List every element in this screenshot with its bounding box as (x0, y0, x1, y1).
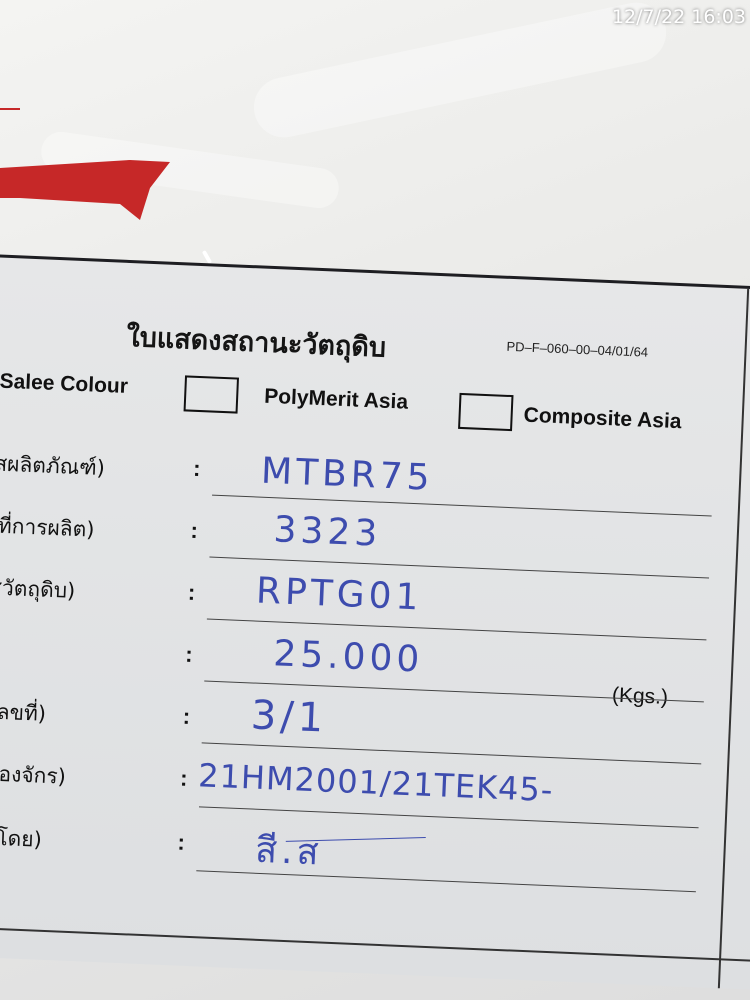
field-colon: : (184, 641, 194, 667)
checkbox-salee[interactable] (183, 375, 240, 414)
background-fold (248, 0, 672, 144)
field-colon: : (182, 703, 191, 729)
field-value-product: MTBR75 (260, 450, 435, 499)
field-label-material: (สวัตถุดิบ) (0, 575, 76, 603)
field-colon: : (192, 455, 202, 482)
field-value-lot: 3/1 (249, 692, 329, 742)
field-label-machine: ครื่องจักร) (0, 760, 67, 789)
field-colon: : (176, 829, 186, 855)
option-label-salee: Salee Colour (0, 369, 129, 398)
card-border (0, 924, 750, 969)
photo-timestamp: 12/7/22 16:03 (611, 6, 746, 28)
option-label-composite: Composite Asia (523, 403, 682, 434)
field-colon: : (187, 579, 196, 605)
field-value-material: RPTG01 (255, 570, 424, 619)
field-colon: : (179, 765, 189, 791)
field-label-lot: ทเลขที่) (0, 698, 47, 726)
field-colon: : (190, 517, 199, 544)
card-border (717, 288, 750, 989)
checkbox-polymerit[interactable] (458, 392, 514, 432)
field-value-quantity: 25.000 (272, 633, 425, 681)
material-status-card: ใบแสดงสถานะวัตถุดิบ PD–F–060–00–04/01/64… (0, 252, 750, 997)
glare (201, 249, 213, 265)
field-label-checked-by: อบโดย) (0, 824, 43, 852)
field-value-production-no: 3323 (272, 509, 383, 555)
field-value-machine: 21HM2001/21TEK45- (197, 756, 555, 810)
field-value-checked-by: สี.ส (254, 829, 324, 874)
field-label-production-no: ขที่การผลิต) (0, 513, 96, 542)
form-number: PD–F–060–00–04/01/64 (506, 338, 649, 360)
field-unit-kgs: (Kgs.) (611, 683, 669, 709)
red-logo-mark (0, 108, 170, 220)
option-label-polymerit: PolyMerit Asia (263, 384, 409, 414)
field-rule (196, 870, 696, 893)
field-label-product: (สผลิตภัณฑ์) (0, 451, 106, 481)
form-title: ใบแสดงสถานะวัตถุดิบ (125, 321, 387, 364)
